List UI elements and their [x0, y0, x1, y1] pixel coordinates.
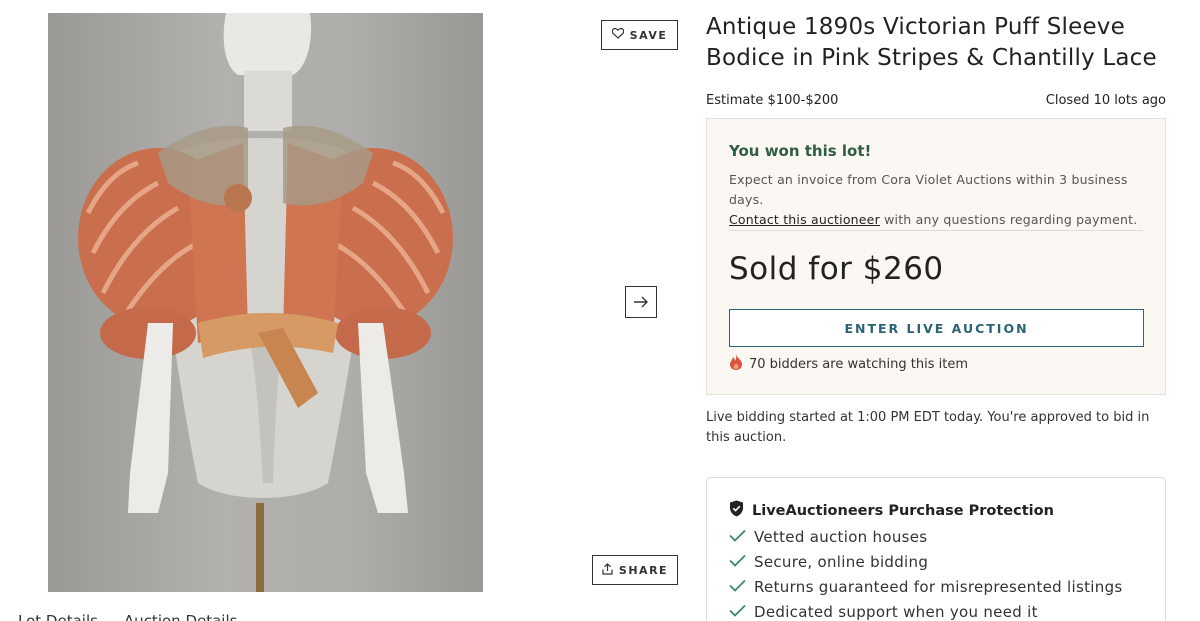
product-image[interactable] — [48, 13, 483, 592]
checkmark-icon — [729, 578, 746, 596]
lot-title: Antique 1890s Victorian Puff Sleeve Bodi… — [706, 14, 1157, 71]
protection-item-label: Returns guaranteed for misrepresented li… — [754, 577, 1123, 596]
arrow-right-icon — [633, 293, 649, 312]
contact-suffix: with any questions regarding payment. — [884, 212, 1138, 227]
checkmark-icon — [729, 603, 746, 621]
flame-icon — [729, 354, 743, 374]
share-label: SHARE — [618, 563, 669, 577]
bodice-illustration — [78, 13, 453, 592]
purchase-protection-panel: LiveAuctioneers Purchase Protection Vett… — [706, 477, 1166, 621]
closed-status: Closed 10 lots ago — [1045, 93, 1166, 108]
protection-title: LiveAuctioneers Purchase Protection — [752, 502, 1054, 519]
watching-text: 70 bidders are watching this item — [749, 356, 968, 372]
divider — [729, 230, 1143, 231]
save-label: SAVE — [629, 28, 668, 42]
protection-item-label: Secure, online bidding — [754, 552, 929, 571]
won-panel: You won this lot! Expect an invoice from… — [706, 118, 1166, 395]
shield-check-icon — [729, 500, 744, 521]
protection-item-label: Vetted auction houses — [754, 527, 928, 546]
won-message: Expect an invoice from Cora Violet Aucti… — [729, 170, 1149, 230]
protection-heading: LiveAuctioneers Purchase Protection — [729, 500, 1054, 521]
save-button[interactable]: SAVE — [601, 20, 678, 50]
heart-icon — [611, 28, 624, 42]
detail-tabs: Lot Details Auction Details — [18, 612, 237, 621]
estimate-text: Estimate $100-$200 — [706, 93, 839, 108]
next-image-button[interactable] — [625, 286, 657, 318]
watching-indicator: 70 bidders are watching this item — [729, 354, 968, 374]
sold-price: Sold for $260 — [729, 251, 944, 287]
checkmark-icon — [729, 553, 746, 571]
protection-list: Vetted auction houses Secure, online bid… — [729, 524, 1123, 621]
protection-item-label: Dedicated support when you need it — [754, 602, 1038, 621]
tab-lot-details[interactable]: Lot Details — [18, 612, 98, 621]
share-button[interactable]: SHARE — [592, 555, 678, 585]
invoice-message: Expect an invoice from Cora Violet Aucti… — [729, 172, 1128, 207]
list-item: Returns guaranteed for misrepresented li… — [729, 574, 1123, 599]
checkmark-icon — [729, 528, 746, 546]
share-upload-icon — [602, 562, 613, 578]
list-item: Dedicated support when you need it — [729, 599, 1123, 621]
won-title: You won this lot! — [729, 142, 872, 160]
list-item: Secure, online bidding — [729, 549, 1123, 574]
contact-auctioneer-link[interactable]: Contact this auctioneer — [729, 212, 880, 227]
live-bidding-info: Live bidding started at 1:00 PM EDT toda… — [706, 410, 1150, 445]
tab-auction-details[interactable]: Auction Details — [124, 612, 238, 621]
enter-live-auction-button[interactable]: ENTER LIVE AUCTION — [729, 309, 1144, 347]
list-item: Vetted auction houses — [729, 524, 1123, 549]
